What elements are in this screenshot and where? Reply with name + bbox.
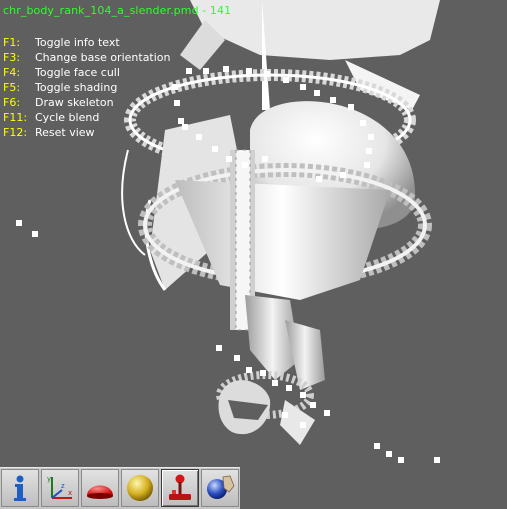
skeleton-button[interactable] (161, 469, 199, 507)
help-row: F11: Cycle blend (3, 110, 171, 125)
svg-text:y: y (47, 475, 51, 483)
help-key: F12: (3, 126, 28, 139)
help-panel: F1: Toggle info text F3: Change base orien… (3, 35, 171, 140)
face-cull-button[interactable] (81, 469, 119, 507)
help-row: F6: Draw skeleton (3, 95, 171, 110)
help-row: F3: Change base orientation (3, 50, 171, 65)
model-viewer[interactable]: chr_body_rank_104_a_slender.pmd - 141 F1… (0, 0, 507, 509)
shading-button[interactable] (121, 469, 159, 507)
help-row: F5: Toggle shading (3, 80, 171, 95)
help-label: Cycle blend (35, 111, 100, 124)
help-key: F3: (3, 51, 21, 64)
sphere-hand-icon (207, 475, 235, 499)
axes-icon: y x z (47, 475, 72, 499)
info-button[interactable] (1, 469, 39, 507)
help-label: Reset view (35, 126, 95, 139)
yellow-sphere-icon (127, 475, 153, 501)
help-label: Toggle info text (35, 36, 120, 49)
window-title: chr_body_rank_104_a_slender.pmd - 141 (3, 4, 232, 17)
help-key: F5: (3, 81, 21, 94)
help-key: F6: (3, 96, 21, 109)
help-row: F12: Reset view (3, 125, 171, 140)
toolbar: y x z (0, 467, 240, 509)
help-label: Toggle shading (35, 81, 118, 94)
help-row: F4: Toggle face cull (3, 65, 171, 80)
help-key: F1: (3, 36, 21, 49)
info-icon (14, 475, 26, 501)
help-key: F4: (3, 66, 21, 79)
blend-button[interactable] (201, 469, 239, 507)
help-key: F11: (3, 111, 28, 124)
svg-text:x: x (68, 489, 72, 497)
joystick-icon (169, 474, 191, 500)
help-label: Draw skeleton (35, 96, 114, 109)
help-label: Toggle face cull (35, 66, 120, 79)
svg-text:z: z (61, 482, 65, 490)
help-row: F1: Toggle info text (3, 35, 171, 50)
axes-button[interactable]: y x z (41, 469, 79, 507)
help-label: Change base orientation (35, 51, 171, 64)
red-dome-icon (87, 485, 113, 499)
